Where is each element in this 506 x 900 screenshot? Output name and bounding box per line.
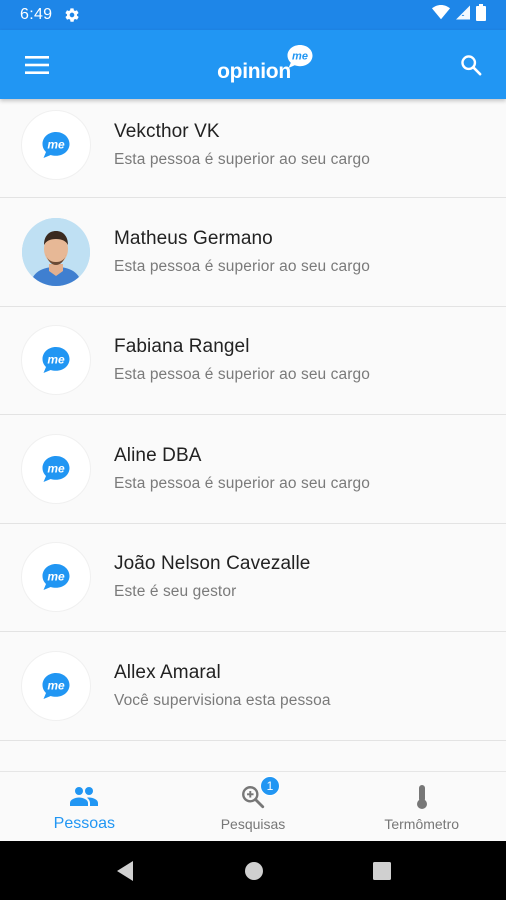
people-list: me Vekcthor VK Esta pessoa é superior ao s… xyxy=(0,99,506,771)
app-bar: opinion me xyxy=(0,30,506,99)
list-item[interactable]: me Vekcthor VK Esta pessoa é superior ao s… xyxy=(0,99,506,198)
person-relation: Você supervisiona esta pessoa xyxy=(114,691,331,709)
list-item[interactable]: me João Nelson Cavezalle Este é seu gestor xyxy=(0,523,506,632)
avatar-photo xyxy=(22,217,90,286)
nav-pesquisas-label: Pesquisas xyxy=(220,815,286,832)
person-relation: Este é seu gestor xyxy=(114,583,237,601)
list-item[interactable]: me Aline DBA Esta pessoa é superior ao seu… xyxy=(0,415,506,524)
person-name: Vekcthor VK xyxy=(114,121,220,142)
opinion-me-logo: opinion me xyxy=(217,44,313,85)
avatar-me-logo-icon: me xyxy=(22,326,90,395)
home-icon[interactable] xyxy=(244,861,264,881)
list-item-text: Aline DBA Esta pessoa é superior ao seu c… xyxy=(114,445,370,493)
person-name: Allex Amaral xyxy=(114,661,221,683)
person-relation: Esta pessoa é superior ao seu cargo xyxy=(114,151,370,168)
person-name: João Nelson Cavezalle xyxy=(114,553,311,575)
recents-icon[interactable] xyxy=(373,861,392,880)
nav-termometro[interactable]: Termômetro xyxy=(337,772,506,841)
list-item-text: Matheus Germano Esta pessoa é superior ao… xyxy=(114,228,370,276)
settings-gear-icon xyxy=(64,7,80,23)
person-relation: Esta pessoa é superior ao seu cargo xyxy=(114,366,370,384)
avatar-me-logo-icon: me xyxy=(22,111,90,179)
nav-termometro-label: Termômetro xyxy=(384,815,460,832)
signal-icon xyxy=(456,5,470,25)
list-item[interactable]: me Allex Amaral Você supervisiona esta pes… xyxy=(0,632,506,741)
svg-text:me: me xyxy=(47,138,65,152)
list-item[interactable]: Matheus Germano Esta pessoa é superior ao… xyxy=(0,198,506,307)
wifi-icon xyxy=(432,5,450,25)
status-time: 6:49 xyxy=(20,6,53,23)
list-item-text: Fabiana Rangel Esta pessoa é superior ao … xyxy=(114,336,370,384)
list-item[interactable]: me Fabiana Rangel Esta pessoa é superior a… xyxy=(0,306,506,415)
people-icon xyxy=(70,781,99,811)
person-name: Aline DBA xyxy=(114,444,202,466)
person-name: Matheus Germano xyxy=(114,227,273,249)
nav-pesquisas[interactable]: 1 Pesquisas xyxy=(169,772,338,841)
avatar-me-logo-icon: me xyxy=(22,434,90,503)
back-icon[interactable] xyxy=(115,860,135,882)
list-item-text: Vekcthor VK Esta pessoa é superior ao seu… xyxy=(114,121,370,169)
status-bar: 6:49 xyxy=(0,0,506,30)
svg-text:me: me xyxy=(47,353,65,367)
battery-icon xyxy=(476,4,486,26)
list-item-text: João Nelson Cavezalle Este é seu gestor xyxy=(114,553,310,601)
person-name: Fabiana Rangel xyxy=(114,336,250,358)
avatar-me-logo-icon: me xyxy=(22,543,90,612)
list-item-text: Allex Amaral Você supervisiona esta pesso… xyxy=(114,662,331,710)
svg-text:me: me xyxy=(47,678,65,692)
person-relation: Esta pessoa é superior ao seu cargo xyxy=(114,257,370,275)
system-nav-bar xyxy=(0,841,506,900)
status-icons xyxy=(432,4,486,26)
logo-badge-text: me xyxy=(292,50,308,62)
search-plus-icon: 1 xyxy=(240,775,280,812)
thermometer-icon xyxy=(415,782,429,812)
svg-text:me: me xyxy=(47,461,65,475)
nav-pessoas[interactable]: Pessoas xyxy=(0,772,169,841)
search-icon[interactable] xyxy=(456,50,486,80)
menu-icon[interactable] xyxy=(22,50,52,80)
list-item-partial[interactable] xyxy=(0,740,506,771)
person-relation: Esta pessoa é superior ao seu cargo xyxy=(114,474,370,492)
logo-bubble-icon: me xyxy=(285,44,315,75)
nav-pessoas-label: Pessoas xyxy=(53,814,116,832)
logo-text: opinion xyxy=(217,59,291,83)
svg-text:me: me xyxy=(47,570,65,584)
pesquisas-badge: 1 xyxy=(260,775,280,796)
avatar-me-logo-icon: me xyxy=(22,651,90,720)
bottom-nav: Pessoas 1 Pesquisas Termômetro xyxy=(0,771,506,841)
